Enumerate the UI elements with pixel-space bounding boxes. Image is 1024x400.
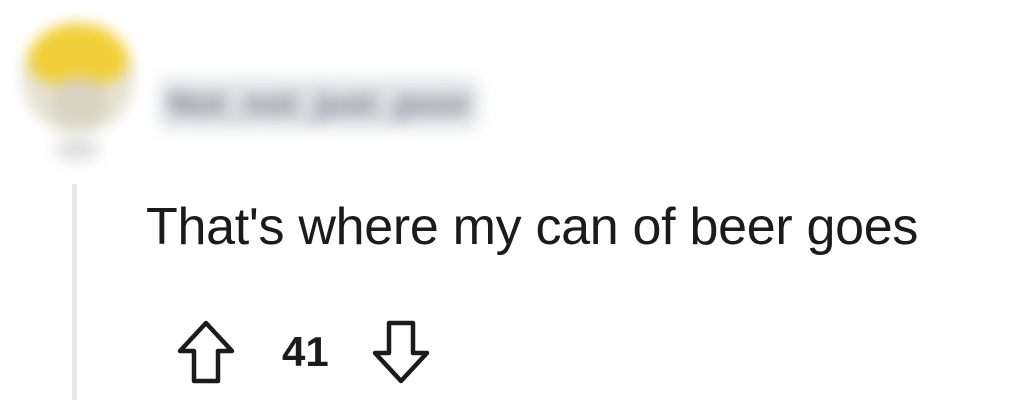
upvote-button[interactable] [170, 316, 242, 388]
upvote-arrow-icon [177, 320, 235, 384]
thread-line[interactable] [72, 184, 77, 400]
avatar[interactable] [22, 22, 134, 134]
avatar-shadow [55, 138, 99, 160]
avatar-hat [28, 24, 128, 86]
comment: Not_not_just_poor That's where my can of… [0, 0, 1024, 400]
downvote-arrow-icon [372, 320, 429, 384]
comment-body: That's where my can of beer goes [146, 198, 919, 256]
vote-count: 41 [282, 328, 329, 375]
downvote-button[interactable] [365, 316, 437, 388]
username[interactable]: Not_not_just_poor [160, 80, 479, 128]
vote-bar: 41 [170, 316, 437, 388]
avatar-face [52, 78, 106, 126]
